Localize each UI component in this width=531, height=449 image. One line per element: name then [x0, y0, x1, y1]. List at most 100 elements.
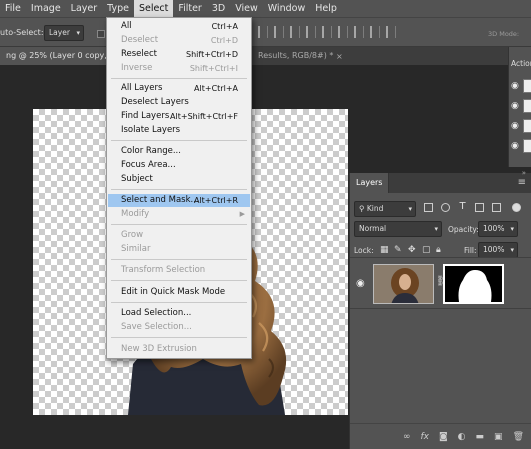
- menu-item-all[interactable]: All Ctrl+A: [108, 20, 250, 33]
- menu-file[interactable]: File: [0, 0, 26, 17]
- menu-item-transform-selection[interactable]: Transform Selection: [108, 264, 250, 277]
- panel-menu-icon[interactable]: ≡: [518, 177, 526, 188]
- menu-item-quick-mask[interactable]: Edit in Quick Mask Mode: [108, 286, 250, 299]
- menu-item-label: Find Layers: [121, 111, 170, 121]
- filter-toggle-icon[interactable]: [512, 203, 521, 212]
- image-filter-icon[interactable]: [424, 203, 433, 212]
- menu-item-color-range[interactable]: Color Range...: [108, 145, 250, 158]
- chevron-down-icon: ▾: [408, 205, 412, 213]
- distribute-icon[interactable]: [354, 26, 364, 38]
- shape-filter-icon[interactable]: [475, 203, 484, 212]
- link-icon[interactable]: ∞: [403, 432, 411, 442]
- lock-artboard-icon[interactable]: ▢: [422, 245, 431, 255]
- chevron-down-icon: ▾: [510, 225, 514, 233]
- action-row[interactable]: ◉: [509, 117, 531, 135]
- smart-object-filter-icon[interactable]: [492, 203, 501, 212]
- menu-item-modify[interactable]: Modify ▶: [108, 208, 250, 221]
- search-icon: ⚲: [359, 204, 367, 213]
- align-icon[interactable]: [290, 26, 300, 38]
- actions-panel-title[interactable]: Action: [511, 59, 531, 68]
- adjustment-icon[interactable]: ◐: [458, 432, 466, 442]
- menu-item-reselect[interactable]: Reselect Shift+Ctrl+D: [108, 48, 250, 61]
- folder-icon[interactable]: ▬: [476, 432, 485, 442]
- collapse-icon[interactable]: »: [522, 169, 526, 177]
- distribute-icon[interactable]: [306, 26, 316, 38]
- menu-item-new-3d-extrusion[interactable]: New 3D Extrusion: [108, 343, 250, 356]
- fill-field[interactable]: 100% ▾: [478, 242, 518, 258]
- menu-item-label: Deselect: [121, 35, 159, 45]
- menu-item-focus-area[interactable]: Focus Area...: [108, 159, 250, 172]
- menu-item-find-layers[interactable]: Find Layers Alt+Shift+Ctrl+F: [108, 110, 250, 123]
- menu-item-shortcut: Alt+Ctrl+R: [193, 196, 238, 205]
- align-icon[interactable]: [274, 26, 284, 38]
- lock-transparency-icon[interactable]: ▦: [380, 245, 389, 255]
- new-layer-icon[interactable]: ▣: [494, 432, 503, 442]
- tab-active-document[interactable]: ng @ 25% (Layer 0 copy, Laye: [0, 47, 120, 65]
- eye-icon[interactable]: ◉: [511, 141, 519, 151]
- menu-type[interactable]: Type: [102, 0, 134, 17]
- menu-item-label: Color Range...: [121, 146, 181, 156]
- menu-item-all-layers[interactable]: All Layers Alt+Ctrl+A: [108, 82, 250, 95]
- menu-image[interactable]: Image: [26, 0, 66, 17]
- menu-window[interactable]: Window: [263, 0, 310, 17]
- layer-mask-thumbnail[interactable]: [443, 264, 504, 304]
- menu-item-subject[interactable]: Subject: [108, 173, 250, 186]
- menu-filter[interactable]: Filter: [173, 0, 207, 17]
- menu-item-select-and-mask[interactable]: Select and Mask... Alt+Ctrl+R: [108, 194, 250, 207]
- filter-kind-dropdown[interactable]: ⚲ Kind ▾: [354, 201, 416, 217]
- distribute-icon[interactable]: [322, 26, 332, 38]
- action-thumbnail: [523, 79, 531, 93]
- menu-item-save-selection[interactable]: Save Selection...: [108, 321, 250, 334]
- fx-icon[interactable]: fx: [420, 432, 429, 442]
- eye-icon[interactable]: ◉: [511, 121, 519, 131]
- menu-select[interactable]: Select: [134, 0, 174, 17]
- distribute-icon[interactable]: [338, 26, 348, 38]
- lock-move-icon[interactable]: ✥: [408, 245, 416, 255]
- menu-item-label: Select and Mask...: [121, 195, 199, 205]
- close-icon[interactable]: ×: [336, 52, 343, 61]
- distribute-icon[interactable]: [370, 26, 380, 38]
- layer-row[interactable]: ◉ ⛓: [350, 257, 531, 309]
- menu-item-label: Focus Area...: [121, 160, 176, 170]
- type-filter-icon[interactable]: T: [458, 202, 467, 212]
- menu-item-isolate-layers[interactable]: Isolate Layers: [108, 124, 250, 137]
- action-row[interactable]: ◉: [509, 97, 531, 115]
- opacity-field[interactable]: 100% ▾: [478, 221, 518, 237]
- eye-icon[interactable]: ◉: [511, 81, 519, 91]
- eye-icon[interactable]: ◉: [356, 278, 365, 289]
- auto-select-dropdown[interactable]: Layer ▾: [44, 25, 84, 41]
- lock-all-icon[interactable]: 🔒︎: [436, 245, 441, 255]
- menu-item-inverse[interactable]: Inverse Shift+Ctrl+I: [108, 62, 250, 75]
- distribute-icon[interactable]: [386, 26, 396, 38]
- align-icon[interactable]: [258, 26, 268, 38]
- menu-item-label: Reselect: [121, 49, 158, 59]
- menu-item-deselect[interactable]: Deselect Ctrl+D: [108, 34, 250, 47]
- menu-help[interactable]: Help: [310, 0, 342, 17]
- mask-icon[interactable]: ◙: [439, 432, 448, 442]
- lock-brush-icon[interactable]: ✎: [394, 245, 402, 255]
- adjustment-filter-icon[interactable]: [441, 203, 450, 212]
- menu-item-label: Similar: [121, 244, 151, 254]
- menu-separator: [111, 302, 247, 303]
- action-row[interactable]: ◉: [509, 137, 531, 155]
- action-row[interactable]: ◉: [509, 77, 531, 95]
- menu-view[interactable]: View: [230, 0, 263, 17]
- eye-icon[interactable]: ◉: [511, 101, 519, 111]
- menu-separator: [111, 280, 247, 281]
- menu-item-load-selection[interactable]: Load Selection...: [108, 307, 250, 320]
- menu-bar: File Image Layer Type Select Filter 3D V…: [0, 0, 531, 17]
- menu-item-deselect-layers[interactable]: Deselect Layers: [108, 96, 250, 109]
- layers-tab[interactable]: Layers: [350, 173, 390, 193]
- tab-other-document[interactable]: Results, RGB/8#) *: [252, 47, 339, 65]
- menu-item-shortcut: Alt+Ctrl+A: [194, 84, 238, 93]
- action-thumbnail: [523, 119, 531, 133]
- menu-item-similar[interactable]: Similar: [108, 243, 250, 256]
- menu-item-label: All Layers: [121, 83, 163, 93]
- blend-mode-dropdown[interactable]: Normal ▾: [354, 221, 442, 237]
- menu-layer[interactable]: Layer: [66, 0, 103, 17]
- trash-icon[interactable]: 🗑︎: [513, 432, 524, 442]
- show-transform-checkbox[interactable]: [97, 30, 105, 38]
- menu-item-grow[interactable]: Grow: [108, 229, 250, 242]
- layer-thumbnail[interactable]: [373, 264, 434, 304]
- menu-3d[interactable]: 3D: [207, 0, 230, 17]
